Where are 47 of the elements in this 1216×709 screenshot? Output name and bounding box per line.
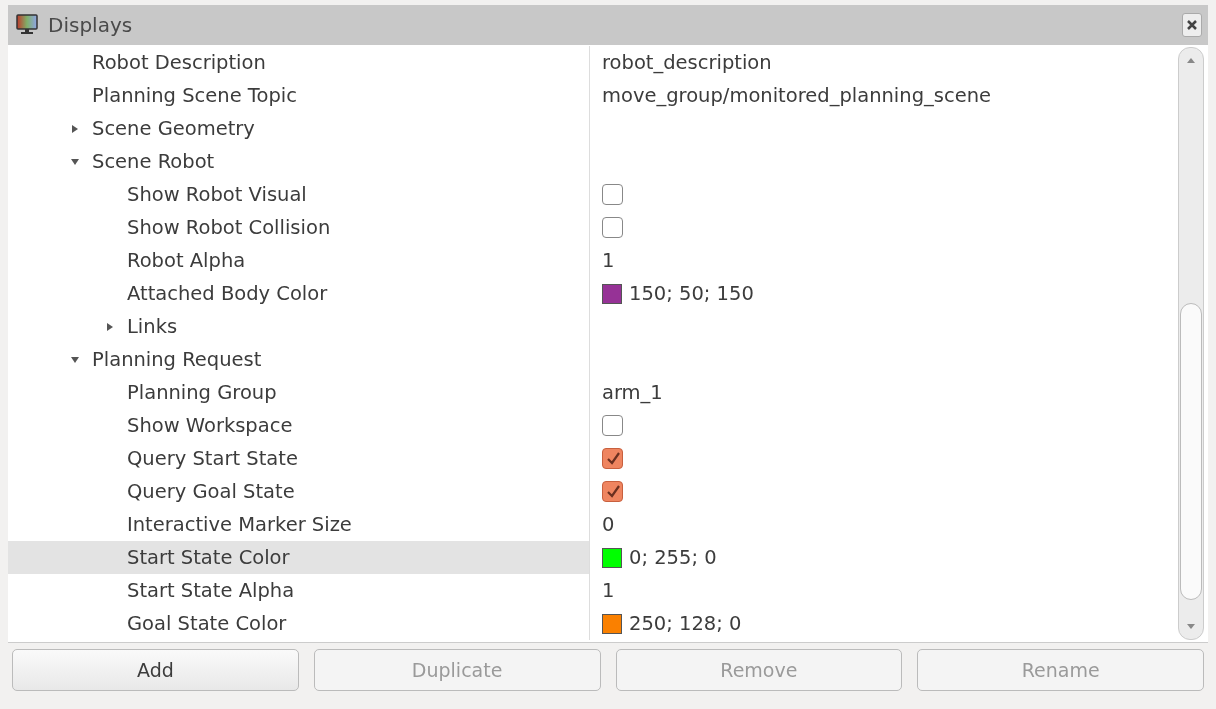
panel-title: Displays <box>48 13 134 37</box>
close-icon <box>1187 20 1197 30</box>
tree-item[interactable]: Links <box>8 310 590 343</box>
scrollbar[interactable] <box>1178 47 1204 640</box>
close-button[interactable] <box>1182 13 1202 37</box>
collapse-arrow-icon[interactable] <box>70 156 80 167</box>
property-value: 0 <box>602 513 615 536</box>
property-value: 1 <box>602 249 615 272</box>
color-value: 250; 128; 0 <box>629 612 742 635</box>
checkbox[interactable] <box>602 448 623 469</box>
tree-item[interactable]: Query Goal State <box>8 475 590 508</box>
tree-item[interactable]: Query Start State <box>8 442 590 475</box>
tree-item[interactable]: Goal State Color <box>8 607 590 640</box>
property-value: arm_1 <box>602 381 663 404</box>
tree-item[interactable]: Robot Description <box>8 46 590 79</box>
property-value: 1 <box>602 579 615 602</box>
tree-item[interactable]: Start State Alpha <box>8 574 590 607</box>
tree-item[interactable]: Show Robot Collision <box>8 211 590 244</box>
scroll-up-icon[interactable] <box>1187 58 1195 63</box>
expand-arrow-icon[interactable] <box>70 123 80 134</box>
tree-item[interactable]: Show Robot Visual <box>8 178 590 211</box>
expand-arrow-icon[interactable] <box>105 321 115 332</box>
scrollbar-thumb[interactable] <box>1180 303 1202 600</box>
tree-item[interactable]: Planning Request <box>8 343 590 376</box>
tree-item[interactable]: Start State Color <box>8 541 590 574</box>
checkbox[interactable] <box>602 415 623 436</box>
color-swatch[interactable] <box>602 283 622 304</box>
color-swatch[interactable] <box>602 613 622 634</box>
tree-item[interactable]: Scene Robot <box>8 145 590 178</box>
tree-item[interactable]: Planning Group <box>8 376 590 409</box>
collapse-arrow-icon[interactable] <box>70 354 80 365</box>
scroll-down-icon[interactable] <box>1187 624 1195 629</box>
property-value: robot_description <box>602 51 772 74</box>
tree-item[interactable]: Robot Alpha <box>8 244 590 277</box>
tree-item[interactable]: Attached Body Color <box>8 277 590 310</box>
property-value: move_group/monitored_planning_scene <box>602 84 991 107</box>
color-value: 0; 255; 0 <box>629 546 717 569</box>
checkbox[interactable] <box>602 217 623 238</box>
tree-item[interactable]: Show Workspace <box>8 409 590 442</box>
checkbox[interactable] <box>602 184 623 205</box>
color-swatch[interactable] <box>602 547 622 568</box>
checkbox[interactable] <box>602 481 623 502</box>
tree-item[interactable]: Scene Geometry <box>8 112 590 145</box>
color-value: 150; 50; 150 <box>629 282 754 305</box>
monitor-icon <box>16 14 38 36</box>
tree-item[interactable]: Planning Scene Topic <box>8 79 590 112</box>
panel-button[interactable]: Add <box>12 649 299 691</box>
